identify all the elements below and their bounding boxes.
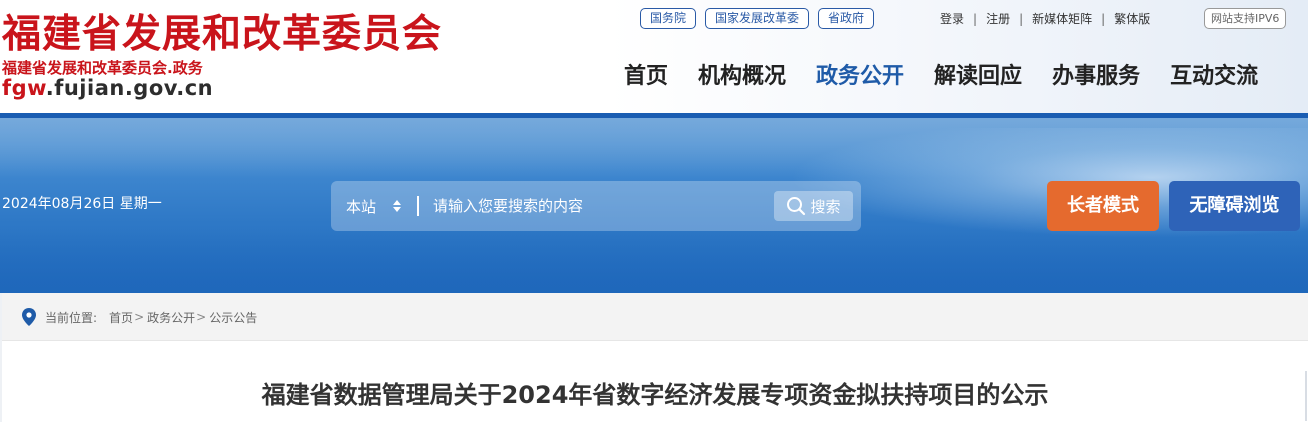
login-link[interactable]: 登录 bbox=[940, 10, 964, 27]
search-icon bbox=[787, 197, 806, 216]
separator: | bbox=[1101, 11, 1106, 26]
accessible-browse-button[interactable]: 无障碍浏览 bbox=[1169, 181, 1300, 231]
nav-item-interaction[interactable]: 互动交流 bbox=[1170, 58, 1258, 90]
top-link-group: 国务院 国家发展改革委 省政府 bbox=[640, 8, 875, 29]
domain-prefix: fgw bbox=[2, 76, 46, 100]
nav-item-government-affairs[interactable]: 政务公开 bbox=[816, 58, 904, 90]
traditional-chinese-link[interactable]: 繁体版 bbox=[1114, 10, 1150, 27]
breadcrumb-home[interactable]: 首页 bbox=[109, 309, 133, 326]
register-link[interactable]: 注册 bbox=[986, 10, 1010, 27]
separator: | bbox=[1019, 11, 1024, 26]
site-domain: fgw.fujian.gov.cn bbox=[2, 76, 213, 100]
site-header: 福建省发展和改革委员会 福建省发展和改革委员会.政务 fgw.fujian.go… bbox=[0, 0, 1308, 113]
domain-suffix: .fujian.gov.cn bbox=[45, 76, 214, 100]
top-link-ndrc[interactable]: 国家发展改革委 bbox=[705, 8, 810, 29]
breadcrumb-announcements[interactable]: 公示公告 bbox=[209, 309, 257, 326]
article-title: 福建省数据管理局关于2024年省数字经济发展专项资金拟扶持项目的公示 bbox=[261, 381, 1049, 409]
breadcrumb-label: 当前位置: bbox=[45, 310, 98, 325]
search-scope-select[interactable]: 本站 bbox=[346, 196, 376, 217]
nav-item-organization[interactable]: 机构概况 bbox=[698, 58, 786, 90]
separator: | bbox=[973, 11, 978, 26]
search-button[interactable]: 搜索 bbox=[774, 191, 853, 221]
banner: 2024年08月26日 星期一 本站 搜索 长者模式 无障碍浏览 bbox=[0, 118, 1308, 293]
current-date: 2024年08月26日 星期一 bbox=[2, 196, 162, 212]
breadcrumb-separator: > bbox=[134, 310, 145, 324]
location-pin-icon bbox=[22, 308, 36, 326]
top-link-state-council[interactable]: 国务院 bbox=[640, 8, 697, 29]
side-decoration bbox=[1305, 371, 1307, 421]
search-button-label: 搜索 bbox=[810, 197, 841, 216]
article-container: 福建省数据管理局关于2024年省数字经济发展专项资金拟扶持项目的公示 bbox=[2, 341, 1308, 422]
search-input[interactable] bbox=[433, 195, 763, 217]
new-media-link[interactable]: 新媒体矩阵 bbox=[1032, 10, 1092, 27]
search-divider bbox=[417, 196, 419, 216]
main-nav: 首页 机构概况 政务公开 解读回应 办事服务 互动交流 bbox=[624, 58, 1258, 90]
nav-item-services[interactable]: 办事服务 bbox=[1052, 58, 1140, 90]
breadcrumb-government-affairs[interactable]: 政务公开 bbox=[147, 309, 195, 326]
breadcrumb-bar: 当前位置: 首页 > 政务公开 > 公示公告 bbox=[2, 293, 1308, 341]
top-link-province-gov[interactable]: 省政府 bbox=[818, 8, 875, 29]
banner-sea bbox=[0, 228, 1308, 293]
content-area: 当前位置: 首页 > 政务公开 > 公示公告 福建省数据管理局关于2024年省数… bbox=[0, 293, 1308, 422]
breadcrumb-separator: > bbox=[196, 310, 207, 324]
breadcrumb: 当前位置: 首页 > 政务公开 > 公示公告 bbox=[22, 308, 257, 326]
site-logo-subtitle: 福建省发展和改革委员会.政务 bbox=[2, 59, 203, 77]
user-links: 登录 | 注册 | 新媒体矩阵 | 繁体版 bbox=[940, 10, 1150, 27]
ipv6-badge: 网站支持IPV6 bbox=[1204, 8, 1287, 29]
nav-item-home[interactable]: 首页 bbox=[624, 58, 668, 90]
site-logo-title[interactable]: 福建省发展和改革委员会 bbox=[2, 10, 442, 58]
search-bar: 本站 搜索 bbox=[331, 181, 861, 231]
elder-mode-button[interactable]: 长者模式 bbox=[1047, 181, 1159, 231]
updown-arrow-icon[interactable] bbox=[392, 197, 402, 215]
nav-item-interpretation[interactable]: 解读回应 bbox=[934, 58, 1022, 90]
